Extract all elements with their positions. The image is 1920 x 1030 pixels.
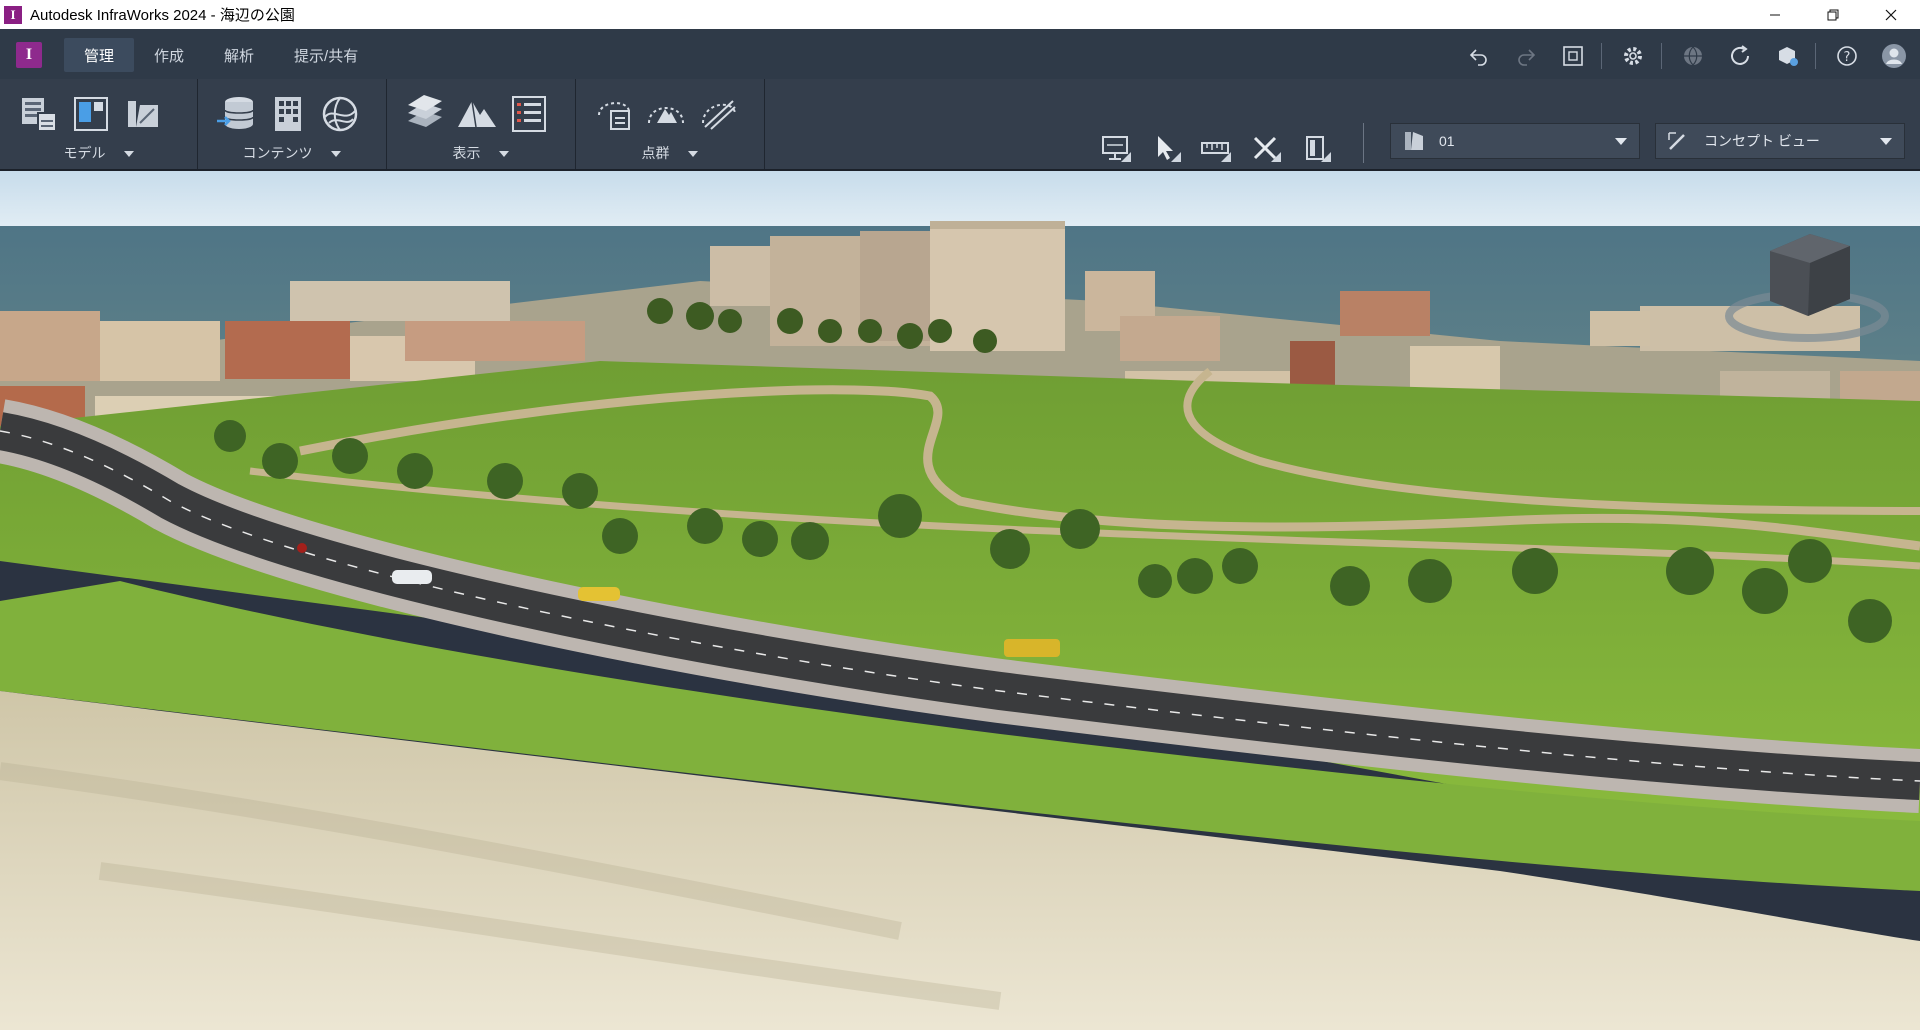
model-table-button[interactable] [16, 91, 62, 137]
pointcloud-region-button[interactable] [591, 91, 637, 137]
toolbar-separator [1601, 43, 1602, 69]
chevron-down-icon [330, 151, 341, 158]
model-table-icon [22, 98, 57, 132]
vehicle-taxi [578, 587, 620, 601]
pointcloud-region-icon [598, 102, 630, 130]
app-icon: I [4, 5, 22, 24]
fit-view-button[interactable] [1557, 41, 1589, 71]
ribbon-group-pointcloud-label[interactable]: 点群 [575, 143, 764, 163]
close-icon [1885, 9, 1897, 20]
data-connect-icon [217, 97, 254, 129]
globe-icon [1684, 46, 1702, 66]
minimize-icon [1770, 14, 1780, 15]
ribbon-group-model: モデル [0, 79, 198, 169]
svg-text:?: ? [1844, 50, 1851, 65]
building-grid-icon [275, 97, 301, 131]
presentation-icon [1102, 136, 1128, 160]
redo-button[interactable] [1510, 41, 1542, 71]
pencil-ruler-icon [1666, 129, 1692, 153]
vehicle-car [392, 570, 432, 584]
layers-icon [408, 95, 442, 127]
terrain-peak-button[interactable] [454, 91, 500, 137]
cloud-model-icon [1779, 47, 1798, 66]
chevron-down-icon [1615, 137, 1627, 145]
toolbar-separator [1815, 43, 1816, 69]
ribbon-group-model-label[interactable]: モデル [0, 143, 197, 163]
app-logo[interactable]: I [16, 42, 42, 68]
measure-icon [1201, 142, 1229, 154]
ribbon-group-display-label[interactable]: 表示 [386, 143, 575, 163]
3d-viewport[interactable] [0, 171, 1920, 1030]
vehicle-motorbike [297, 543, 307, 553]
user-icon [1882, 44, 1906, 68]
ribbon-group-content: コンテンツ [197, 79, 387, 169]
settings-button[interactable] [1617, 41, 1649, 71]
select-tool-button[interactable] [1145, 124, 1185, 172]
pointcloud-slice-button[interactable] [695, 91, 741, 137]
minimize-button[interactable] [1746, 0, 1804, 29]
panel-toggle-button[interactable] [1295, 124, 1335, 172]
list-view-button[interactable] [506, 91, 552, 137]
terrain-globe-icon [322, 96, 358, 132]
tab-manage[interactable]: 管理 [64, 38, 135, 72]
vehicle-bus [1004, 639, 1060, 657]
building-grid-button[interactable] [265, 91, 311, 137]
ribbon-group-content-label[interactable]: コンテンツ [197, 143, 386, 163]
toolbar-separator [1661, 43, 1662, 69]
title-bar: I Autodesk InfraWorks 2024 - 海辺の公園 [0, 0, 1920, 29]
ribbon-group-pointcloud: 点群 [575, 79, 765, 169]
model-panel-button[interactable] [68, 91, 114, 137]
toolbar-separator [1363, 123, 1364, 163]
tab-create[interactable]: 作成 [134, 38, 204, 72]
view-style-value: コンセプト ビュー [1704, 133, 1820, 149]
model-surface-icon [128, 101, 158, 127]
pointcloud-slice-icon [702, 100, 736, 130]
help-button[interactable]: ? [1831, 41, 1863, 71]
pointcloud-terrain-icon [648, 107, 684, 124]
cross-tools-icon [1253, 136, 1277, 160]
scene-render[interactable] [0, 171, 1920, 1030]
cross-tools-button[interactable] [1245, 124, 1285, 172]
sync-icon [1731, 45, 1749, 65]
ribbon-group-display: 表示 [386, 79, 576, 169]
undo-button[interactable] [1463, 41, 1495, 71]
terrain-peak-icon [458, 100, 496, 128]
layers-button[interactable] [402, 91, 448, 137]
scenario-value: 01 [1439, 133, 1455, 149]
scenario-icon [1401, 129, 1427, 153]
presentation-tool-button[interactable] [1095, 124, 1135, 172]
model-surface-button[interactable] [120, 91, 166, 137]
ribbon: モデル コンテンツ 表示 点群 01 コンセプト ビュー [0, 79, 1920, 171]
tab-bar: I 管理 作成 解析 提示/共有 ? [0, 29, 1920, 79]
chevron-down-icon [687, 151, 698, 158]
view-style-dropdown[interactable]: コンセプト ビュー [1655, 123, 1905, 159]
chevron-down-icon [1880, 137, 1892, 145]
redo-icon [1518, 49, 1536, 66]
tab-analyze[interactable]: 解析 [204, 38, 274, 72]
help-icon: ? [1837, 46, 1857, 66]
cloud-model-button[interactable] [1771, 41, 1803, 71]
measure-tool-button[interactable] [1195, 124, 1235, 172]
user-button[interactable] [1878, 41, 1910, 71]
scenario-dropdown[interactable]: 01 [1390, 123, 1640, 159]
undo-icon [1469, 49, 1487, 66]
chevron-down-icon [498, 151, 509, 158]
globe-button[interactable] [1677, 41, 1709, 71]
data-connect-button[interactable] [213, 91, 259, 137]
settings-icon [1624, 47, 1642, 65]
pointcloud-terrain-button[interactable] [643, 91, 689, 137]
tab-present-share[interactable]: 提示/共有 [274, 38, 378, 72]
chevron-down-icon [123, 151, 134, 158]
terrain-globe-button[interactable] [317, 91, 363, 137]
sync-button[interactable] [1724, 41, 1756, 71]
restore-icon [1827, 9, 1839, 20]
select-arrow-icon [1158, 136, 1173, 160]
restore-button[interactable] [1804, 0, 1862, 29]
fit-view-icon [1563, 46, 1583, 66]
model-panel-icon [74, 97, 108, 131]
panel-toggle-icon [1306, 136, 1324, 160]
list-view-icon [512, 96, 546, 132]
close-button[interactable] [1862, 0, 1920, 29]
window-title: Autodesk InfraWorks 2024 - 海辺の公園 [30, 7, 295, 24]
